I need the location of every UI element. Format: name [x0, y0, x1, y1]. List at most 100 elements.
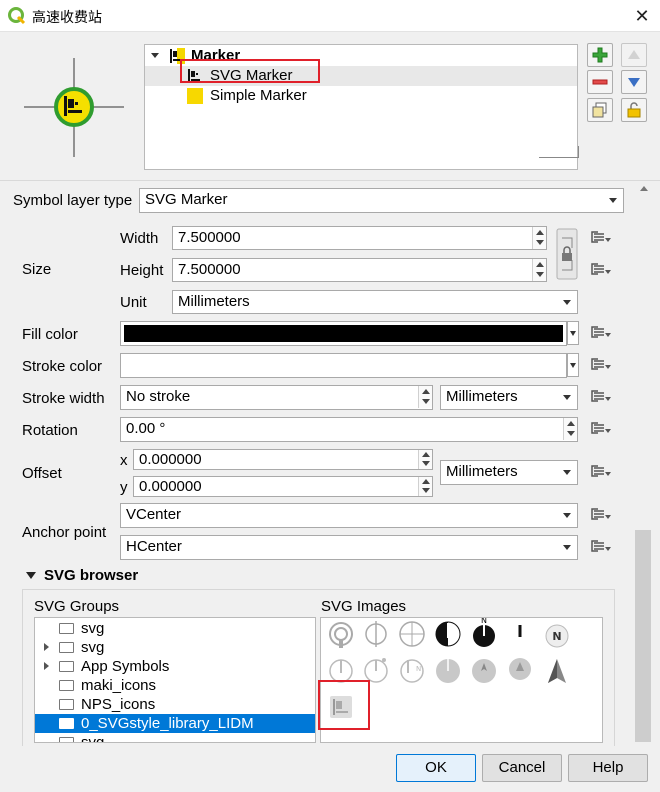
stroke-color-button[interactable]: [120, 353, 567, 378]
tree-item-simple-marker[interactable]: Simple Marker: [145, 86, 577, 106]
height-spinner[interactable]: [532, 259, 546, 281]
chevron-down-icon: [609, 198, 617, 203]
stroke-width-unit-select[interactable]: Millimeters: [440, 385, 578, 410]
duplicate-icon: [592, 102, 607, 118]
svg-image-thumb: [509, 658, 531, 680]
chevron-down-icon: [563, 470, 571, 475]
data-defined-override-icon[interactable]: [588, 321, 614, 343]
unit-label: Unit: [120, 294, 147, 311]
collapse-arrow-icon[interactable]: [26, 572, 36, 579]
svg-image-thumb: [399, 621, 425, 647]
duplicate-layer-button[interactable]: [587, 98, 613, 122]
folder-icon: [59, 718, 74, 729]
dialog-button-bar: OK Cancel Help: [0, 746, 660, 792]
anchor-horizontal-select[interactable]: HCenter: [120, 535, 578, 560]
svg-group-item[interactable]: NPS_icons: [35, 695, 315, 714]
offset-x-spinner[interactable]: [418, 450, 432, 469]
scrollbar-thumb[interactable]: [635, 530, 651, 742]
anchor-vertical-select[interactable]: VCenter: [120, 503, 578, 528]
chevron-down-icon: [563, 513, 571, 518]
svg-image-thumb: [329, 622, 353, 648]
fill-color-button[interactable]: [120, 321, 567, 346]
expand-arrow-icon[interactable]: [44, 662, 49, 670]
stroke-width-spinner[interactable]: [418, 386, 432, 408]
ok-button[interactable]: OK: [396, 754, 476, 782]
symbol-layer-type-select[interactable]: SVG Marker: [139, 188, 624, 213]
svg-group-label: svg: [81, 639, 105, 656]
offset-y-input[interactable]: 0.000000: [133, 476, 433, 497]
stroke-width-label: Stroke width: [22, 390, 105, 407]
offset-x-input[interactable]: 0.000000: [133, 449, 433, 470]
folder-icon: [59, 642, 74, 653]
svg-group-item[interactable]: svg: [35, 619, 315, 638]
svg-browser-title: SVG browser: [44, 567, 139, 584]
scroll-up-icon[interactable]: [640, 186, 648, 191]
chevron-down-icon: [563, 395, 571, 400]
offset-y-spinner[interactable]: [418, 477, 432, 496]
stroke-width-value: No stroke: [126, 388, 191, 405]
cancel-button[interactable]: Cancel: [482, 754, 562, 782]
stroke-color-dropdown[interactable]: [567, 353, 579, 377]
qgis-app-icon: [8, 7, 26, 25]
svg-group-item[interactable]: svg: [35, 733, 315, 743]
aspect-lock-icon[interactable]: [556, 228, 578, 280]
collapse-arrow-icon[interactable]: [151, 53, 159, 58]
svg-group-item[interactable]: App Symbols: [35, 657, 315, 676]
arrow-up-icon: [628, 50, 640, 60]
folder-icon: [59, 699, 74, 710]
help-button[interactable]: Help: [568, 754, 648, 782]
height-input[interactable]: 7.500000: [172, 258, 547, 282]
lock-layer-button[interactable]: [621, 98, 647, 122]
svg-group-item[interactable]: svg: [35, 638, 315, 657]
data-defined-override-icon[interactable]: [588, 417, 614, 439]
fill-color-dropdown[interactable]: [567, 321, 579, 345]
svg-group-item[interactable]: maki_icons: [35, 676, 315, 695]
add-layer-button[interactable]: [587, 43, 613, 67]
data-defined-override-icon[interactable]: [588, 535, 614, 557]
title-bar: 高速收费站 ✕: [0, 0, 660, 32]
minus-icon: [592, 79, 608, 85]
width-input[interactable]: 7.500000: [172, 226, 547, 250]
svg-group-item[interactable]: 0_SVGstyle_library_LIDM: [35, 714, 315, 733]
symbol-layer-type-value: SVG Marker: [145, 191, 228, 208]
move-up-button[interactable]: [621, 43, 647, 67]
svg-group-label: svg: [81, 734, 105, 743]
stroke-width-input[interactable]: No stroke: [120, 385, 433, 410]
svg-image-thumb: [329, 659, 353, 683]
rotation-value: 0.00 °: [126, 420, 166, 437]
width-spinner[interactable]: [532, 227, 546, 249]
width-label: Width: [120, 230, 159, 247]
data-defined-override-icon[interactable]: [588, 226, 614, 248]
expand-arrow-icon[interactable]: [44, 643, 49, 651]
close-icon[interactable]: ✕: [626, 1, 658, 31]
anchor-vertical-value: VCenter: [126, 506, 182, 523]
rotation-spinner[interactable]: [563, 418, 577, 440]
size-unit-value: Millimeters: [178, 293, 250, 310]
svg-image-thumb: [364, 658, 388, 683]
data-defined-override-icon[interactable]: [588, 258, 614, 280]
svg-group-label: 0_SVGstyle_library_LIDM: [81, 715, 254, 732]
size-unit-select[interactable]: Millimeters: [172, 290, 578, 314]
data-defined-override-icon[interactable]: [588, 503, 614, 525]
stroke-color-label: Stroke color: [22, 358, 103, 375]
symbol-preview: [18, 40, 130, 160]
data-defined-override-icon[interactable]: [588, 385, 614, 407]
height-label: Height: [120, 262, 164, 279]
arrow-down-icon: [628, 78, 640, 88]
svg-images-label: SVG Images: [321, 598, 407, 615]
svg-text:N: N: [552, 630, 561, 643]
offset-x-value: 0.000000: [139, 451, 202, 468]
move-down-button[interactable]: [621, 70, 647, 94]
svg-groups-tree[interactable]: svg svg App Symbols maki_icons NPS_icons 0_SV…: [34, 617, 316, 743]
fill-color-label: Fill color: [22, 326, 78, 343]
offset-unit-select[interactable]: Millimeters: [440, 460, 578, 485]
highlight-box: [318, 680, 370, 730]
svg-image-thumb: N: [400, 659, 424, 683]
svg-image-thumb: [436, 659, 460, 683]
remove-layer-button[interactable]: [587, 70, 613, 94]
rotation-input[interactable]: 0.00 °: [120, 417, 578, 442]
anchor-point-label: Anchor point: [22, 524, 107, 541]
data-defined-override-icon[interactable]: [588, 353, 614, 375]
plus-icon: [592, 47, 608, 63]
data-defined-override-icon[interactable]: [588, 460, 614, 482]
